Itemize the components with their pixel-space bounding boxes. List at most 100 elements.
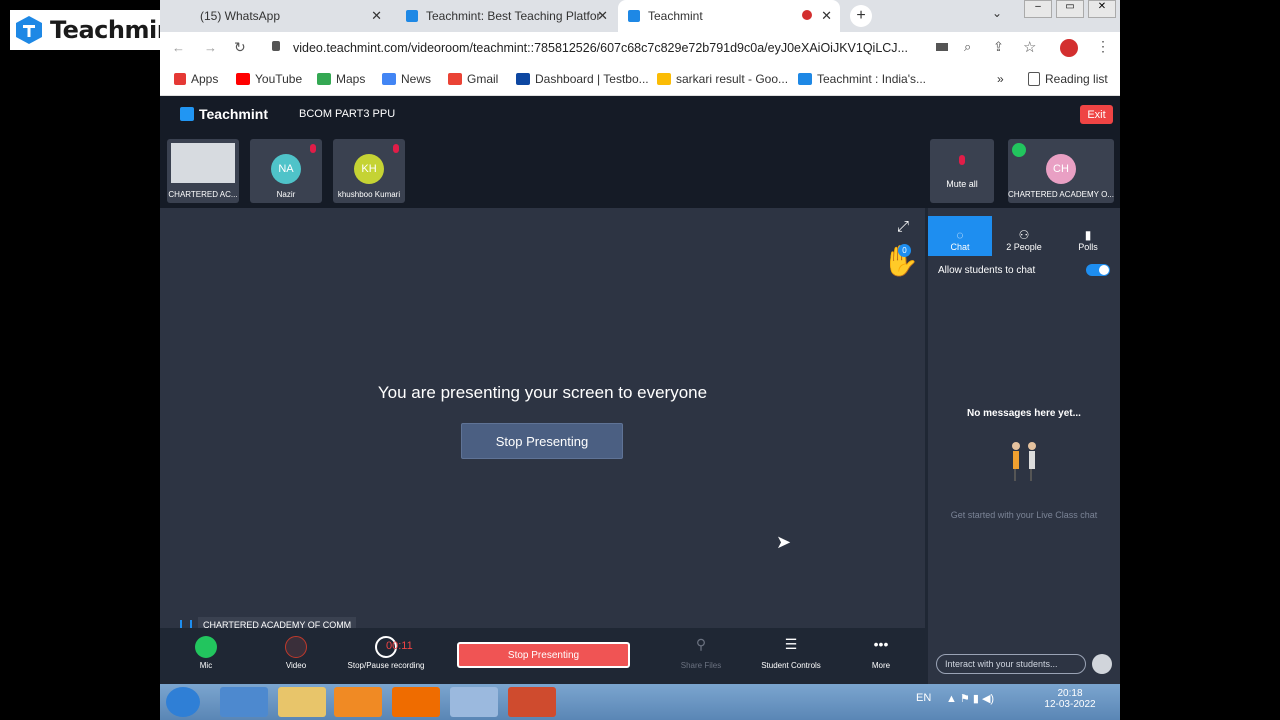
host-tile[interactable]: CH CHARTERED ACADEMY O...: [1008, 139, 1114, 203]
tab-whatsapp[interactable]: (15) WhatsApp ✕: [190, 0, 390, 32]
send-button[interactable]: [1092, 654, 1112, 674]
sliders-icon: ☰: [784, 636, 798, 652]
minimize-icon[interactable]: –: [1024, 0, 1052, 18]
bookmark-label: sarkari result - Goo...: [676, 72, 789, 86]
reading-list-button[interactable]: Reading list: [1028, 72, 1108, 86]
participant-name: Nazir: [276, 190, 296, 199]
bookmark-news[interactable]: News: [382, 72, 431, 86]
tab-search-icon[interactable]: ⌄: [992, 6, 1002, 20]
mic-button[interactable]: Mic: [166, 636, 246, 670]
file-explorer-icon[interactable]: [278, 687, 326, 717]
menu-kebab-icon[interactable]: ⋮: [1096, 38, 1110, 55]
tab-label: Polls: [1078, 242, 1098, 252]
brand-name: Teachmint: [199, 106, 268, 122]
participant-tile[interactable]: NA Nazir: [250, 139, 322, 203]
bookmark-gmail[interactable]: Gmail: [448, 72, 498, 86]
start-button[interactable]: [166, 687, 200, 717]
news-icon: [382, 73, 396, 85]
youtube-icon: [236, 73, 250, 85]
tab-chat[interactable]: ◌ Chat: [928, 216, 992, 256]
participant-name: CHARTERED ACADEMY O...: [1008, 190, 1114, 199]
bookmark-label: News: [401, 72, 432, 86]
bookmark-google[interactable]: sarkari result - Goo...: [657, 72, 788, 86]
fullscreen-icon[interactable]: ⤢: [897, 218, 909, 235]
video-button[interactable]: Video: [256, 636, 336, 670]
bookmark-youtube[interactable]: YouTube: [236, 72, 302, 86]
allow-chat-toggle[interactable]: [1086, 264, 1110, 276]
close-window-icon[interactable]: ✕: [1088, 0, 1116, 18]
maps-icon: [317, 73, 331, 85]
mic-muted-icon: [310, 144, 316, 153]
profile-avatar[interactable]: [1060, 39, 1078, 57]
bookmark-teachmint[interactable]: Teachmint : India's...: [798, 72, 926, 86]
teachmint-favicon-icon: [798, 73, 812, 85]
stop-presenting-button[interactable]: Stop Presenting: [461, 423, 623, 459]
chat-icon: ◌: [956, 228, 964, 242]
close-tab-icon[interactable]: ✕: [821, 8, 832, 24]
screen-thumbnail: [171, 143, 235, 183]
google-icon: [657, 73, 671, 85]
tab-label: Chat: [950, 242, 970, 252]
participant-tile[interactable]: CHARTERED AC...: [167, 139, 239, 203]
tab-teachmint-platform[interactable]: Teachmint: Best Teaching Platfor ✕: [396, 0, 616, 32]
stop-presenting-control[interactable]: Stop Presenting: [457, 642, 630, 668]
student-controls-button[interactable]: ☰ Student Controls: [751, 636, 831, 670]
mute-all-button[interactable]: Mute all: [930, 139, 994, 203]
address-bar[interactable]: video.teachmint.com/videoroom/teachmint:…: [293, 41, 923, 55]
reload-icon[interactable]: ↻: [234, 39, 246, 56]
zoom-icon[interactable]: ⌕: [964, 39, 971, 55]
bookmark-maps[interactable]: Maps: [317, 72, 365, 86]
clock[interactable]: 20:18 12-03-2022: [1040, 688, 1100, 710]
bookmark-label: Gmail: [467, 72, 499, 86]
paperclip-icon: ⚲: [695, 636, 707, 652]
allow-chat-label: Allow students to chat: [938, 265, 1036, 276]
back-icon[interactable]: ←: [172, 40, 185, 55]
people-icon: ⚇: [1018, 228, 1030, 242]
empty-chat-illustration: [1006, 440, 1042, 482]
bookmark-testbook[interactable]: Dashboard | Testbo...: [516, 72, 649, 86]
hand-raise-count-badge: 0: [898, 244, 911, 257]
participant-tile[interactable]: KH khushboo Kumari: [333, 139, 405, 203]
bookmark-star-icon[interactable]: ☆: [1023, 38, 1036, 56]
bookmarks-overflow-icon[interactable]: »: [997, 72, 1004, 86]
reading-list-icon: [1028, 72, 1040, 86]
mic-on-icon: [1012, 143, 1026, 157]
teachmint-logo-icon: [16, 16, 42, 44]
maximize-icon[interactable]: ▭: [1056, 0, 1084, 18]
camera-icon[interactable]: [936, 43, 948, 51]
new-tab-button[interactable]: +: [850, 5, 872, 27]
more-dots-icon: •••: [873, 636, 889, 652]
exit-button[interactable]: Exit: [1080, 105, 1113, 124]
window-controls: – ▭ ✕: [1024, 0, 1120, 20]
class-name: BCOM PART3 PPU: [299, 108, 396, 120]
firefox-icon[interactable]: [392, 687, 440, 717]
ie-icon[interactable]: [220, 687, 268, 717]
tab-people[interactable]: ⚇ 2 People: [992, 216, 1056, 256]
close-tab-icon[interactable]: ✕: [597, 8, 608, 24]
browser-chrome: (15) WhatsApp ✕ Teachmint: Best Teaching…: [160, 0, 1120, 96]
chat-input[interactable]: Interact with your students...: [936, 654, 1086, 674]
tab-label: 2 People: [1006, 242, 1042, 252]
tab-polls[interactable]: ▮ Polls: [1056, 216, 1120, 256]
chrome-icon[interactable]: [450, 687, 498, 717]
close-tab-icon[interactable]: ✕: [371, 8, 382, 24]
participant-name: khushboo Kumari: [337, 190, 401, 199]
control-label: More: [871, 661, 891, 670]
mic-muted-icon: [393, 144, 399, 153]
powerpoint-icon[interactable]: [508, 687, 556, 717]
more-button[interactable]: ••• More: [841, 636, 921, 670]
clock-date: 12-03-2022: [1044, 699, 1096, 710]
address-toolbar: ← → ↻ video.teachmint.com/videoroom/teac…: [160, 32, 1120, 64]
media-player-icon[interactable]: [334, 687, 382, 717]
participant-strip: CHARTERED AC... NA Nazir KH khushboo Kum…: [160, 134, 1120, 208]
share-files-button[interactable]: ⚲ Share Files: [661, 636, 741, 670]
forward-icon[interactable]: →: [204, 40, 217, 55]
tab-teachmint-active[interactable]: Teachmint ✕: [618, 0, 840, 32]
bookmark-apps[interactable]: Apps: [174, 72, 218, 86]
empty-chat-title: No messages here yet...: [967, 408, 1081, 419]
language-indicator[interactable]: EN: [916, 692, 931, 704]
mic-icon: [959, 155, 965, 165]
tray-icons[interactable]: ▲ ⚑ ▮ ◀): [946, 692, 994, 705]
presentation-stage: ⤢ ✋ 0 You are presenting your screen to …: [160, 208, 925, 633]
share-icon[interactable]: ⇪: [993, 39, 1004, 55]
